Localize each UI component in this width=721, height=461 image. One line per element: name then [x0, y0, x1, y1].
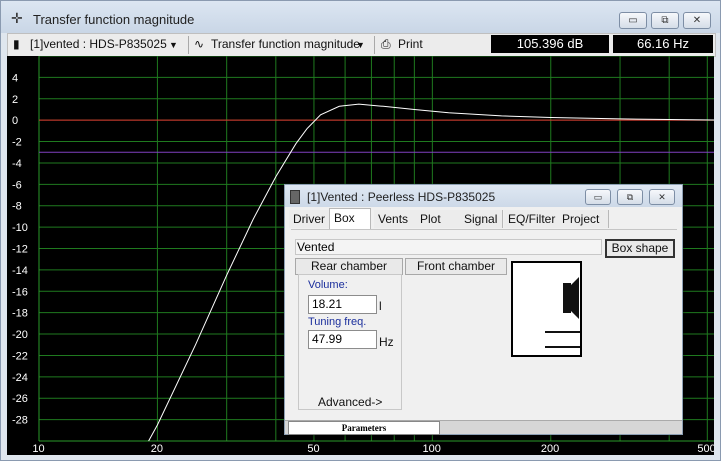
title-bar[interactable]: ✛ Transfer function magnitude ▭ ⧉ ✕ — [1, 1, 720, 33]
tab-eq-filter[interactable]: EQ/Filter — [504, 210, 559, 228]
tuning-freq-input[interactable]: 47.99 — [308, 330, 377, 349]
box-type-label: Vented — [295, 239, 602, 255]
hz-readout: 66.16 Hz — [613, 35, 713, 53]
dialog-status-bar: Parameters — [285, 420, 682, 435]
y-tick-label: -28 — [12, 415, 28, 427]
toolbar-separator — [374, 36, 375, 54]
box-panel: Vented Box shape Rear chamber Front cham… — [291, 229, 677, 418]
tab-signal[interactable]: Signal — [460, 210, 503, 228]
volume-input[interactable]: 18.21 — [308, 295, 377, 314]
tab-driver[interactable]: Driver — [289, 210, 330, 228]
chamber-settings: Volume: 18.21 l Tuning freq. 47.99 Hz — [298, 274, 402, 410]
dialog-title-bar[interactable]: [1]Vented : Peerless HDS-P835025 ▭ ⧉ ✕ — [285, 185, 682, 207]
y-tick-label: -8 — [12, 201, 22, 213]
x-tick-label: 500 — [697, 443, 714, 455]
dialog-restore-button[interactable]: ⧉ — [617, 189, 643, 205]
window-title: Transfer function magnitude — [33, 12, 195, 27]
box-preview-icon — [545, 277, 580, 348]
chevron-down-icon[interactable]: ▼ — [169, 40, 178, 50]
x-tick-label: 10 — [32, 443, 44, 455]
tuning-freq-unit: Hz — [379, 335, 394, 349]
y-tick-label: -14 — [12, 265, 28, 277]
tab-vents[interactable]: Vents — [374, 210, 419, 228]
speaker-icon — [290, 190, 300, 204]
tab-plot[interactable]: Plot — [416, 210, 461, 228]
y-tick-label: 4 — [12, 72, 18, 84]
speaker-icon: ▮ — [13, 37, 20, 51]
tuning-freq-label: Tuning freq. — [308, 316, 367, 328]
front-chamber-button[interactable]: Front chamber — [405, 258, 507, 275]
x-tick-label: 50 — [307, 443, 319, 455]
advanced-button[interactable]: Advanced-> — [318, 395, 382, 409]
printer-icon[interactable]: ⎙ — [381, 37, 391, 52]
wave-icon: ∿ — [194, 37, 205, 51]
y-tick-label: -26 — [12, 393, 28, 405]
y-tick-label: -18 — [12, 308, 28, 320]
toolbar: ▮ [1]vented : HDS-P835025 ▼ ∿ Transfer f… — [7, 33, 716, 57]
y-tick-label: -12 — [12, 244, 28, 256]
rear-chamber-button[interactable]: Rear chamber — [295, 258, 403, 275]
y-tick-label: -4 — [12, 158, 22, 170]
minimize-button[interactable]: ▭ — [619, 12, 647, 29]
restore-button[interactable]: ⧉ — [651, 12, 679, 29]
y-tick-label: -22 — [12, 350, 28, 362]
chevron-down-icon[interactable]: ▼ — [356, 40, 365, 50]
print-button[interactable]: Print — [398, 37, 423, 51]
volume-unit: l — [379, 299, 382, 313]
parameters-tab[interactable]: Parameters — [288, 421, 440, 435]
close-button[interactable]: ✕ — [683, 12, 711, 29]
y-tick-label: 0 — [12, 115, 18, 127]
box-dialog: [1]Vented : Peerless HDS-P835025 ▭ ⧉ ✕ D… — [284, 184, 683, 435]
dialog-minimize-button[interactable]: ▭ — [585, 189, 611, 205]
x-tick-label: 200 — [541, 443, 559, 455]
volume-label: Volume: — [308, 279, 348, 291]
y-tick-label: 2 — [12, 94, 18, 106]
tab-box[interactable]: Box — [329, 208, 371, 230]
x-tick-label: 20 — [151, 443, 163, 455]
y-tick-label: -10 — [12, 222, 28, 234]
toolbar-separator — [188, 36, 189, 54]
y-tick-label: -2 — [12, 137, 22, 149]
db-readout: 105.396 dB — [491, 35, 609, 53]
view-selector[interactable]: Transfer function magnitude — [211, 37, 360, 51]
box-shape-button[interactable]: Box shape — [605, 239, 675, 258]
tab-project[interactable]: Project — [558, 210, 609, 228]
y-tick-label: -20 — [12, 329, 28, 341]
speaker-selector[interactable]: [1]vented : HDS-P835025 — [30, 37, 167, 51]
y-tick-label: -6 — [12, 179, 22, 191]
box-shape-preview — [511, 261, 582, 357]
y-tick-label: -24 — [12, 372, 28, 384]
y-tick-label: -16 — [12, 286, 28, 298]
dialog-title: [1]Vented : Peerless HDS-P835025 — [307, 190, 496, 204]
crosshair-icon: ✛ — [11, 10, 23, 26]
main-window: ✛ Transfer function magnitude ▭ ⧉ ✕ ▮ [1… — [0, 0, 721, 461]
dialog-close-button[interactable]: ✕ — [649, 189, 675, 205]
x-tick-label: 100 — [422, 443, 440, 455]
